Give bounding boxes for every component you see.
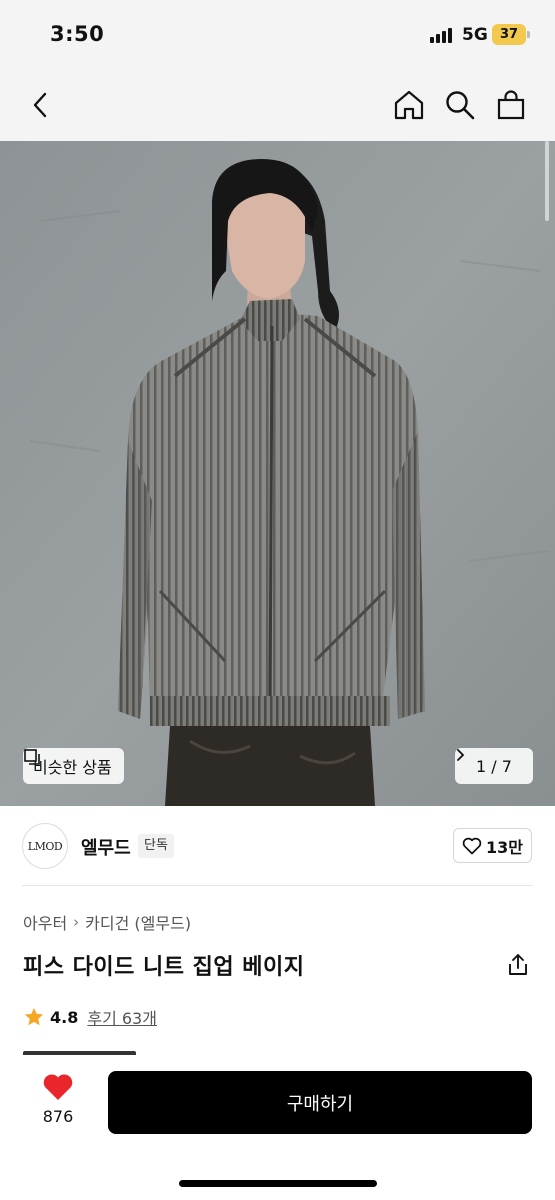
signal-icon xyxy=(430,27,452,43)
brand-row: LMOD 엘무드 단독 13만 xyxy=(0,806,555,886)
breadcrumb-outer[interactable]: 아우터 xyxy=(23,910,67,934)
product-photo xyxy=(0,141,555,806)
heart-outline-icon xyxy=(462,837,482,854)
image-counter-label: 1 / 7 xyxy=(476,756,512,776)
cart-button[interactable] xyxy=(492,86,530,124)
product-image[interactable]: 비슷한 상품 1 / 7 xyxy=(0,141,555,806)
heart-icon xyxy=(43,1074,73,1100)
chevron-left-icon xyxy=(33,92,47,118)
star-icon xyxy=(24,1007,44,1026)
battery-icon: 37 xyxy=(492,24,526,45)
search-icon xyxy=(446,91,475,120)
brand-like-count: 13만 xyxy=(486,837,523,857)
product-title: 피스 다이드 니트 집업 베이지 xyxy=(23,955,305,980)
divider xyxy=(22,885,533,886)
share-button[interactable] xyxy=(505,952,531,978)
home-icon xyxy=(394,90,424,120)
scroll-indicator xyxy=(545,141,549,221)
status-bar: 3:50 5G 37 xyxy=(0,0,555,70)
search-button[interactable] xyxy=(441,86,479,124)
home-indicator xyxy=(179,1180,377,1187)
battery-tip xyxy=(527,31,530,38)
shopping-bag-icon xyxy=(497,90,525,120)
bottom-bar: 876 구매하기 xyxy=(0,1055,555,1200)
status-time: 3:50 xyxy=(50,22,105,46)
review-link[interactable]: 후기 63개 xyxy=(87,1005,157,1029)
breadcrumb-cardigan[interactable]: 카디건 (엘무드) xyxy=(85,910,191,934)
home-button[interactable] xyxy=(390,86,428,124)
product-page: 3:50 5G 37 비슷한 상품 1 / 7 LMOD 엘무드 단독 13만 … xyxy=(0,0,555,1200)
image-counter[interactable]: 1 / 7 xyxy=(455,748,533,784)
brand-logo[interactable]: LMOD xyxy=(22,823,68,869)
buy-button[interactable]: 구매하기 xyxy=(108,1071,532,1134)
breadcrumb: 아우터 › 카디건 (엘무드) xyxy=(23,910,191,934)
network-label: 5G xyxy=(462,25,488,45)
brand-like-button[interactable]: 13만 xyxy=(453,828,532,863)
brand-logo-text: LMOD xyxy=(27,839,63,853)
similar-products-label: 비슷한 상품 xyxy=(33,758,112,777)
exclusive-badge: 단독 xyxy=(138,834,174,858)
brand-name[interactable]: 엘무드 xyxy=(81,834,131,860)
rating-score: 4.8 xyxy=(50,1007,79,1027)
copy-icon xyxy=(24,749,40,765)
chevron-right-icon: › xyxy=(73,913,80,931)
back-button[interactable] xyxy=(22,86,60,124)
nav-bar xyxy=(0,70,555,141)
similar-products-button[interactable]: 비슷한 상품 xyxy=(23,748,124,784)
rating: 4.8 후기 63개 xyxy=(23,1005,157,1029)
wish-count: 876 xyxy=(42,1107,74,1126)
share-icon xyxy=(509,954,527,975)
wish-button[interactable]: 876 xyxy=(30,1073,86,1126)
chevron-right-icon xyxy=(457,749,465,761)
battery-level: 37 xyxy=(499,27,519,42)
